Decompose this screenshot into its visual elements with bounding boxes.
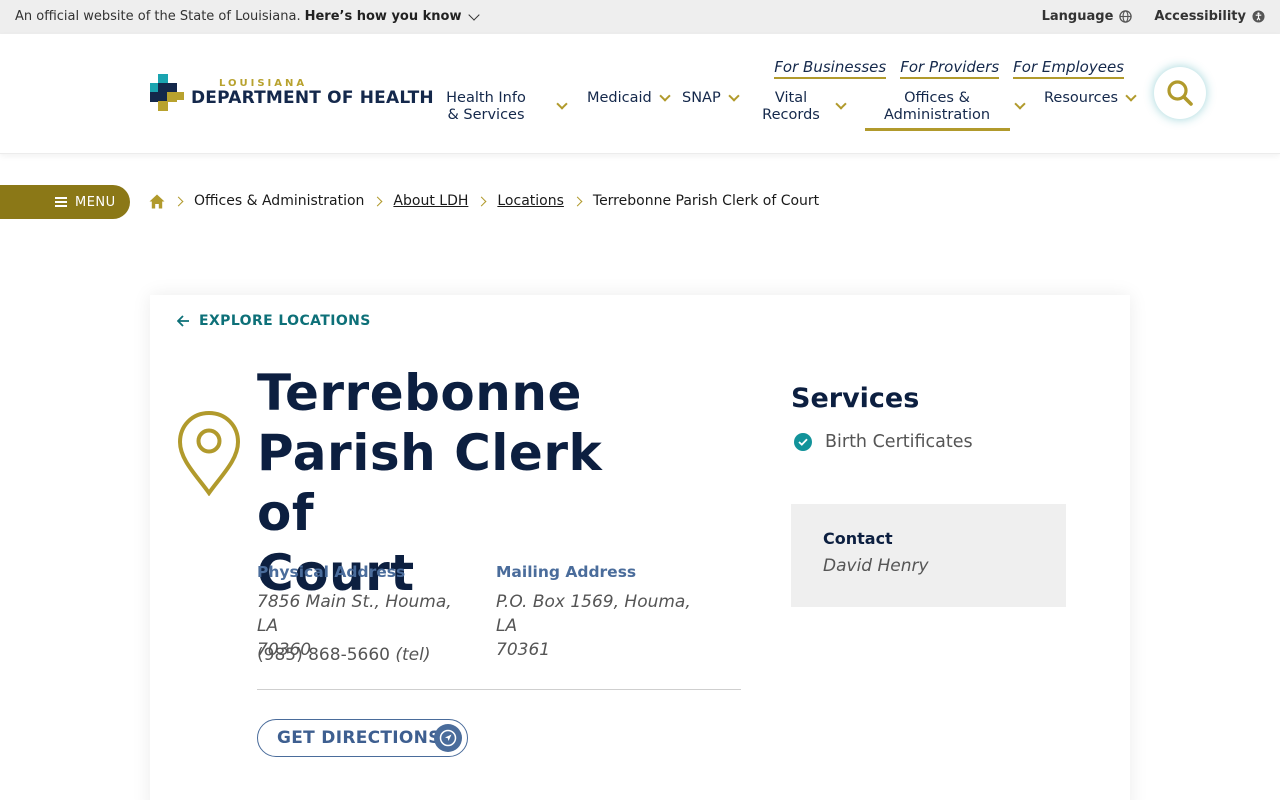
nav-medicaid-label: Medicaid — [587, 90, 652, 106]
nav-active-indicator — [865, 128, 1010, 131]
service-item: Birth Certificates — [794, 432, 973, 452]
accessibility-icon — [1252, 10, 1265, 23]
location-title-line-2: Parish Clerk of — [257, 424, 603, 542]
service-label: Birth Certificates — [825, 432, 973, 452]
chevron-right-icon — [173, 196, 184, 206]
how-you-know-link[interactable]: Here’s how you know — [305, 9, 462, 24]
mailing-address-heading: Mailing Address — [496, 563, 637, 581]
mailing-address-line-2: 70361 — [496, 640, 551, 660]
accessibility-label: Accessibility — [1154, 9, 1246, 24]
contact-box: Contact David Henry — [791, 504, 1066, 607]
chevron-down-icon — [556, 98, 568, 110]
accessibility-menu[interactable]: Accessibility — [1154, 9, 1265, 24]
official-site-text: An official website of the State of Loui… — [15, 9, 301, 24]
services-heading: Services — [791, 383, 920, 414]
divider — [257, 689, 741, 690]
nav-offices-label-2: Administration — [883, 107, 991, 123]
chevron-down-icon — [1014, 98, 1026, 110]
site-header: LOUISIANA DEPARTMENT OF HEALTH For Busin… — [0, 34, 1280, 154]
location-card: EXPLORE LOCATIONS Terrebonne Parish Cler… — [150, 295, 1130, 800]
nav-health-info[interactable]: Health Info & Services — [446, 90, 568, 124]
nav-snap-label: SNAP — [682, 90, 721, 106]
nav-resources[interactable]: Resources — [1044, 90, 1137, 107]
language-selector[interactable]: Language — [1042, 9, 1133, 24]
physical-address-line-1: 7856 Main St., Houma, LA — [257, 592, 452, 636]
nav-resources-label: Resources — [1044, 90, 1119, 106]
chevron-down-icon — [659, 90, 671, 102]
search-button[interactable] — [1154, 67, 1206, 119]
for-businesses-link[interactable]: For Businesses — [774, 58, 887, 79]
menu-button[interactable]: MENU — [0, 185, 130, 219]
breadcrumb-about-ldh[interactable]: About LDH — [393, 193, 468, 209]
location-pin-icon — [177, 410, 241, 496]
nav-vital-label-2: Records — [762, 107, 820, 123]
nav-vital-label-1: Vital — [774, 90, 808, 106]
nav-snap[interactable]: SNAP — [682, 90, 740, 107]
nav-offices-label-1: Offices & — [904, 90, 970, 106]
nav-medicaid[interactable]: Medicaid — [587, 90, 671, 107]
nav-health-info-label-1: Health Info — [446, 90, 526, 106]
official-site-banner: An official website of the State of Loui… — [0, 0, 1280, 34]
menu-label: MENU — [75, 194, 116, 210]
phone-type: (tel) — [395, 645, 431, 665]
globe-icon — [1119, 10, 1133, 23]
check-circle-icon — [794, 433, 812, 451]
nav-health-info-label-2: & Services — [447, 107, 525, 123]
breadcrumb-locations[interactable]: Locations — [497, 193, 564, 209]
explore-locations-link[interactable]: EXPLORE LOCATIONS — [177, 313, 371, 329]
breadcrumb-offices[interactable]: Offices & Administration — [194, 193, 364, 209]
get-directions-button[interactable]: GET DIRECTIONS — [257, 719, 468, 757]
chevron-down-icon — [728, 90, 740, 102]
explore-locations-label: EXPLORE LOCATIONS — [199, 313, 371, 329]
chevron-down-icon — [468, 8, 481, 21]
main-nav: Health Info & Services Medicaid SNAP Vit… — [0, 90, 1280, 134]
mailing-address: P.O. Box 1569, Houma, LA 70361 — [496, 590, 716, 662]
for-providers-link[interactable]: For Providers — [900, 58, 1000, 79]
official-site-notice[interactable]: An official website of the State of Loui… — [15, 8, 481, 24]
breadcrumb-current: Terrebonne Parish Clerk of Court — [592, 193, 820, 209]
for-employees-link[interactable]: For Employees — [1013, 58, 1124, 79]
search-icon — [1167, 80, 1193, 106]
language-label: Language — [1041, 9, 1114, 24]
breadcrumb: Offices & Administration About LDH Locat… — [149, 193, 819, 209]
chevron-right-icon — [572, 196, 583, 206]
hamburger-icon — [55, 197, 67, 207]
chevron-right-icon — [476, 196, 487, 206]
phone-number[interactable]: (985) 868-5660 (tel) — [257, 645, 431, 665]
physical-address-heading: Physical Address — [257, 563, 406, 581]
chevron-down-icon — [835, 98, 847, 110]
mailing-address-line-1: P.O. Box 1569, Houma, LA — [496, 592, 691, 636]
contact-name: David Henry — [823, 556, 929, 576]
nav-offices-administration[interactable]: Offices & Administration — [866, 90, 1026, 124]
arrow-left-icon — [177, 315, 189, 327]
home-icon[interactable] — [149, 194, 165, 209]
chevron-down-icon — [1125, 90, 1137, 102]
audience-links: For Businesses For Providers For Employe… — [774, 58, 1124, 79]
navigation-arrow-icon — [434, 724, 462, 752]
phone-value: (985) 868-5660 — [257, 645, 390, 665]
contact-heading: Contact — [823, 529, 893, 548]
chevron-right-icon — [372, 196, 383, 206]
nav-vital-records[interactable]: Vital Records — [760, 90, 847, 124]
location-title-line-1: Terrebonne — [257, 364, 582, 422]
get-directions-label: GET DIRECTIONS — [277, 728, 441, 748]
